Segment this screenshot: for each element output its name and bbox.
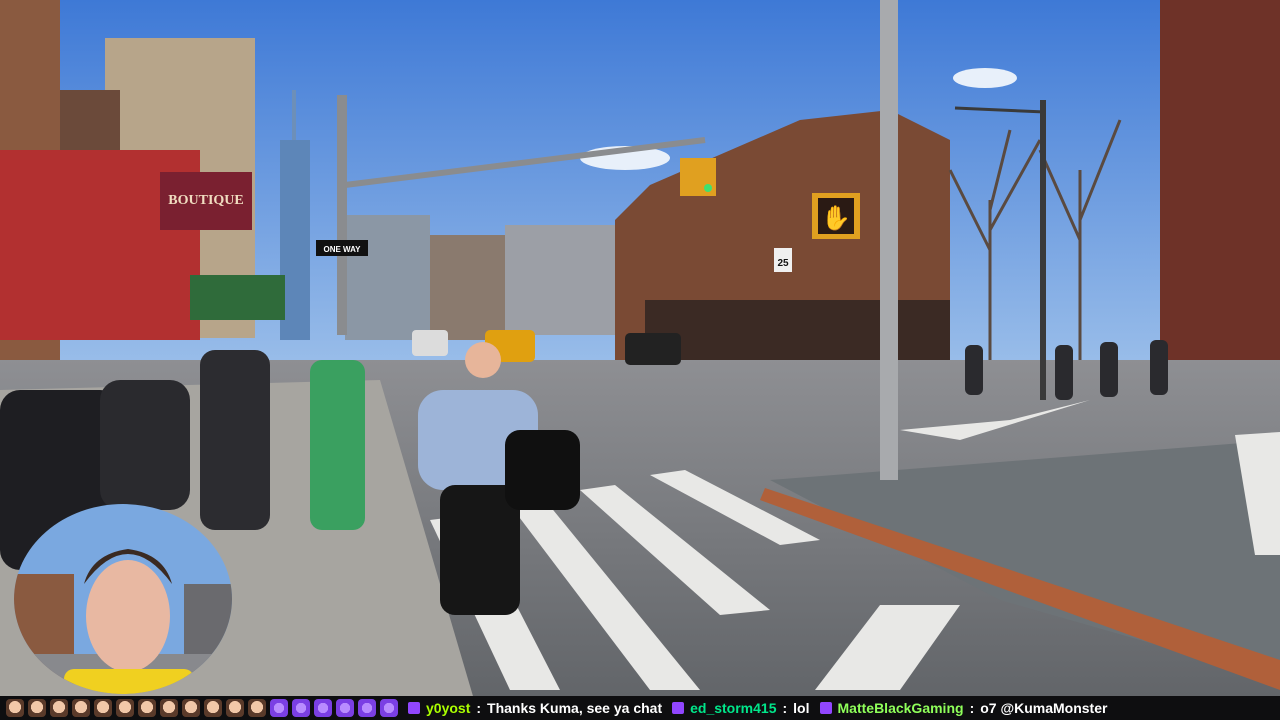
- chat-username[interactable]: y0yost: [426, 700, 470, 716]
- chat-username[interactable]: ed_storm415: [690, 700, 776, 716]
- light-pole: [880, 0, 898, 480]
- emote-face-icon: [6, 699, 24, 717]
- boutique-sign-text: BOUTIQUE: [168, 193, 243, 208]
- chat-badge-icon: [408, 702, 420, 714]
- emote-face-icon: [226, 699, 244, 717]
- emote-strip: [6, 699, 398, 717]
- chat-badge-icon: [672, 702, 685, 714]
- signal-pole: [337, 95, 347, 335]
- webcam-feed: [14, 504, 232, 694]
- webcam-overlay: [14, 504, 232, 694]
- chat-badge-icon: [819, 702, 832, 714]
- emote-face-icon: [116, 699, 134, 717]
- distant-building: [430, 235, 510, 340]
- one-way-text: ONE WAY: [323, 245, 361, 254]
- distant-spire: [292, 90, 296, 140]
- cloud: [953, 68, 1017, 88]
- corner-building: [1160, 0, 1280, 400]
- distant-building: [505, 225, 615, 335]
- emote-purple-icon: [270, 699, 288, 717]
- car: [625, 333, 681, 365]
- chat-separator: :: [476, 700, 482, 716]
- green-awning: [190, 275, 285, 320]
- distant-building: [345, 215, 430, 340]
- stream-frame: BOUTIQUE ONE WAY ✋ 25 y0yost: Thanks Ku…: [0, 0, 1280, 720]
- chat-username[interactable]: MatteBlackGaming: [838, 700, 964, 716]
- chat-separator: :: [969, 700, 975, 716]
- chat-text: o7 @KumaMonster: [980, 700, 1108, 716]
- emote-face-icon: [182, 699, 200, 717]
- street-lamp-pole: [1040, 100, 1046, 400]
- car: [412, 330, 448, 356]
- chat-text: lol: [793, 700, 810, 716]
- emote-face-icon: [204, 699, 222, 717]
- emote-face-icon: [50, 699, 68, 717]
- chat-separator: :: [782, 700, 788, 716]
- emote-purple-icon: [358, 699, 376, 717]
- emote-purple-icon: [292, 699, 310, 717]
- storefronts: [645, 300, 950, 365]
- chat-message: y0yost : Thanks Kuma, see ya chat: [408, 700, 662, 716]
- emote-face-icon: [72, 699, 90, 717]
- emote-face-icon: [138, 699, 156, 717]
- speed-limit-text: 25: [777, 258, 789, 269]
- chat-message: MatteBlackGaming : o7 @KumaMonster: [819, 700, 1108, 716]
- emote-purple-icon: [336, 699, 354, 717]
- dont-walk-hand-icon: ✋: [821, 204, 851, 232]
- streamer-face: [86, 560, 170, 672]
- chat-message: ed_storm415 : lol: [672, 700, 810, 716]
- green-light: [704, 184, 712, 192]
- emote-face-icon: [160, 699, 178, 717]
- emote-purple-icon: [380, 699, 398, 717]
- chat-ticker: y0yost : Thanks Kuma, see ya chat ed_sto…: [0, 696, 1280, 720]
- emote-face-icon: [94, 699, 112, 717]
- emote-face-icon: [248, 699, 266, 717]
- chat-text: Thanks Kuma, see ya chat: [487, 700, 663, 716]
- emote-face-icon: [28, 699, 46, 717]
- emote-purple-icon: [314, 699, 332, 717]
